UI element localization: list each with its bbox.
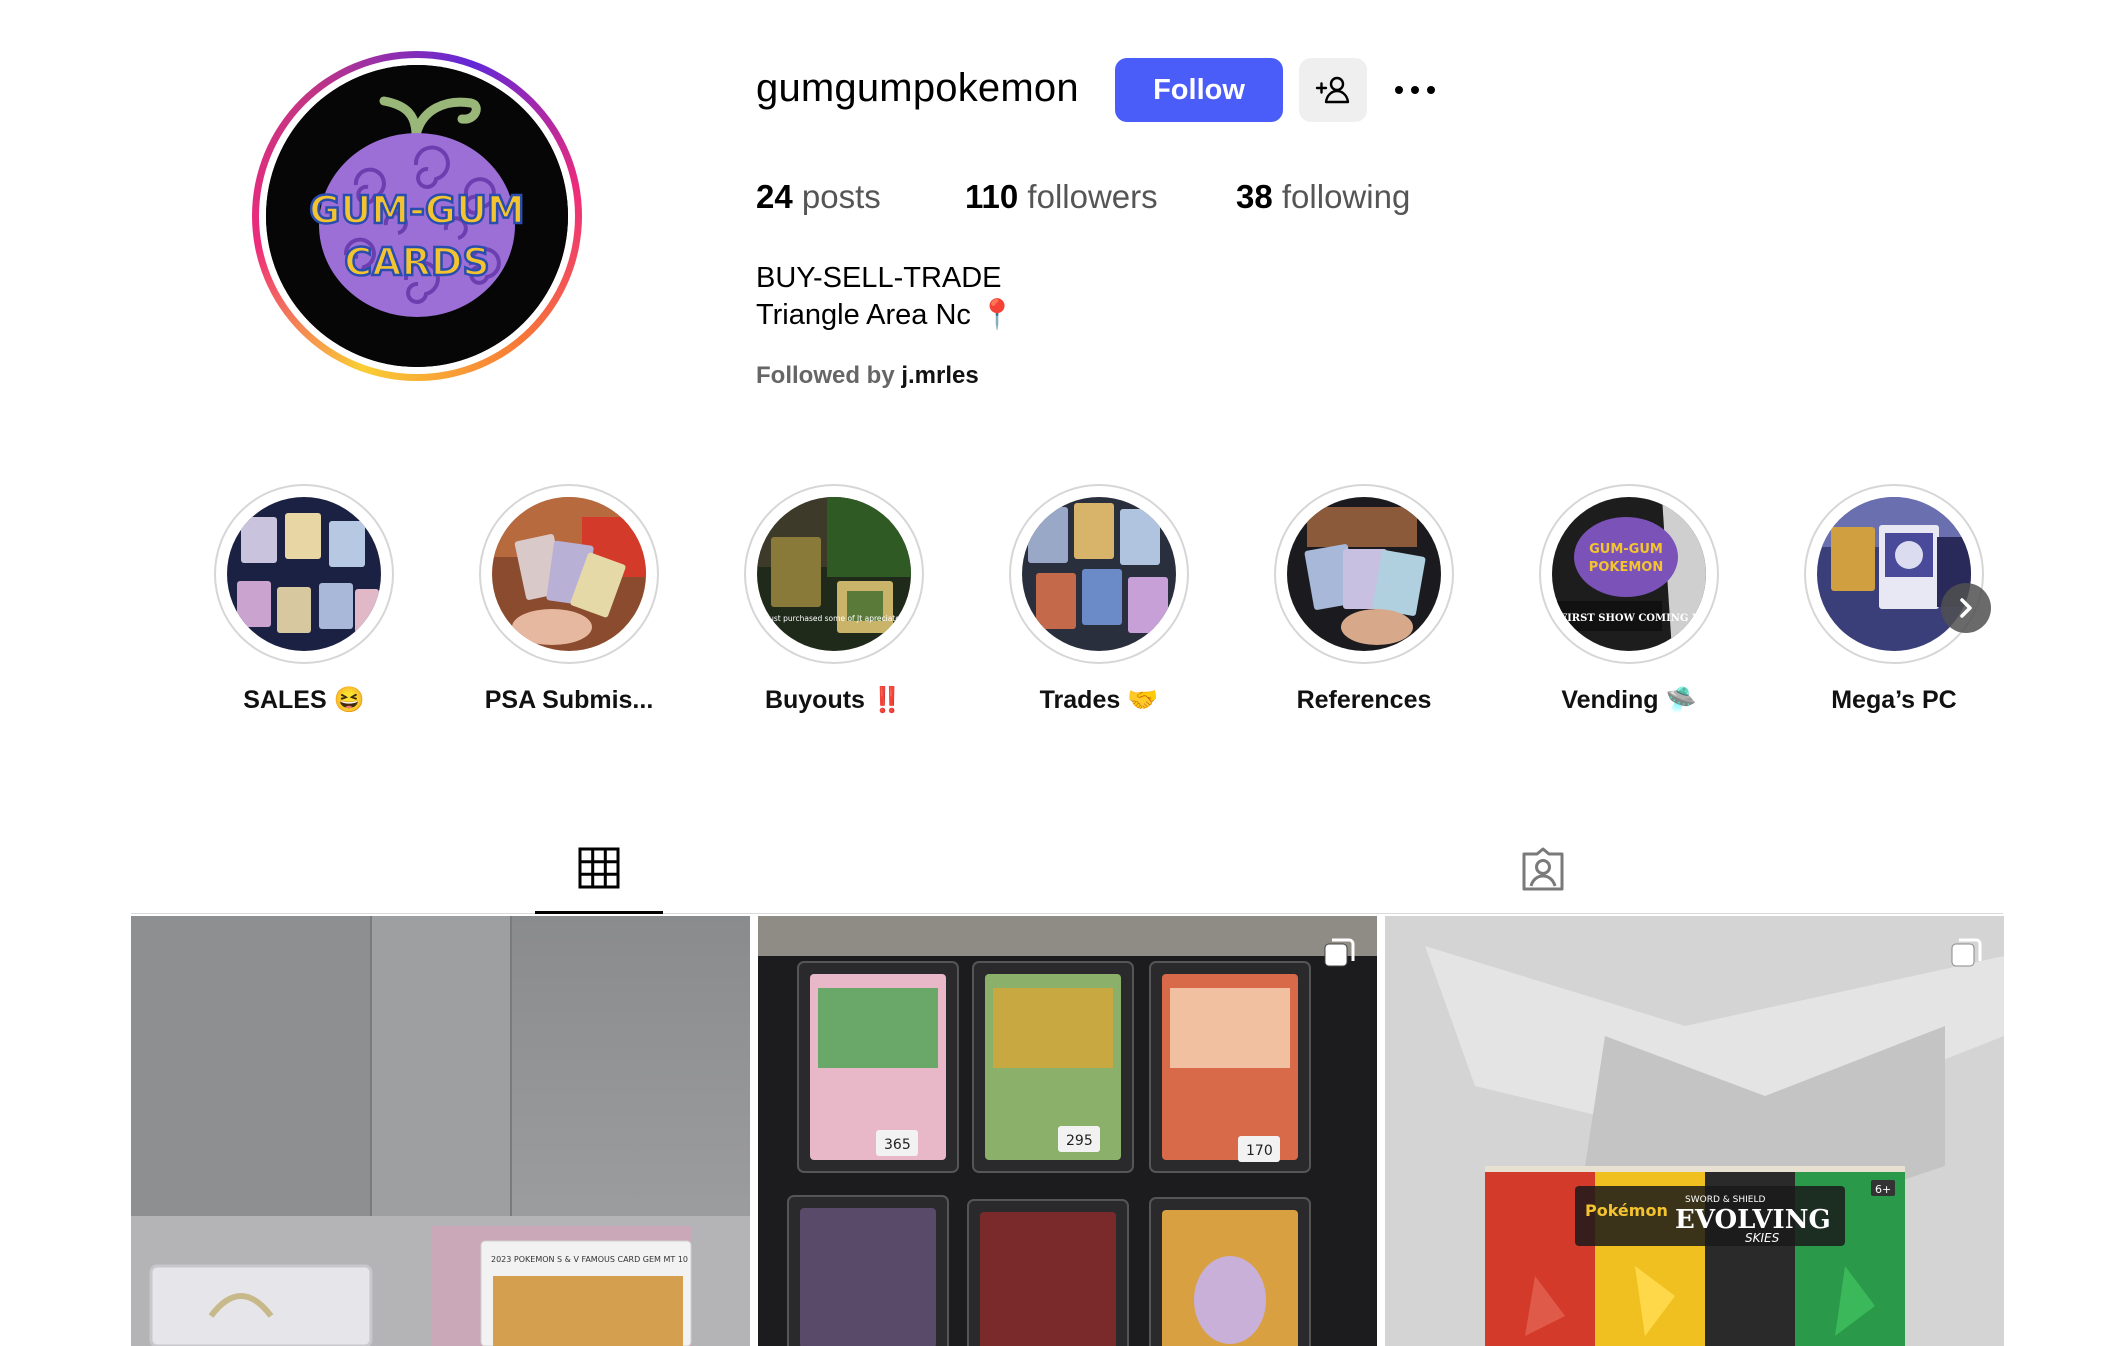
highlight-sales[interactable]: SALES 😆 (212, 484, 396, 715)
followed-by-text[interactable]: Followed by j.mrles (756, 362, 979, 390)
dot-icon (1395, 86, 1403, 94)
gum-gum-fruit-logo: GUM-GUM CARDS (266, 65, 568, 367)
highlight-ring: just purchased some of Jt apreciate @mus… (744, 484, 924, 664)
highlights-next-button[interactable] (1941, 583, 1991, 633)
highlight-cover (492, 497, 646, 651)
more-options-button[interactable] (1390, 68, 1440, 112)
highlight-label: Buyouts ‼️ (764, 686, 904, 714)
svg-text:CARDS: CARDS (344, 240, 489, 284)
dot-icon (1411, 86, 1419, 94)
psa-slab-label: 2023 POKEMON S & V FAMOUS CARD GEM MT 10 (491, 1255, 688, 1264)
highlight-label: Vending 🛸 (1561, 686, 1697, 714)
svg-text:GUM-GUM: GUM-GUM (309, 188, 525, 232)
highlight-cover (227, 497, 381, 651)
grid-icon (578, 847, 620, 889)
add-person-icon (1315, 76, 1350, 104)
price-sticker: 295 (1066, 1133, 1093, 1149)
highlight-label: Trades 🤝 (1039, 686, 1159, 714)
highlight-cover (1022, 497, 1176, 651)
highlight-trades[interactable]: Trades 🤝 (1007, 484, 1191, 715)
tab-posts-grid[interactable] (577, 846, 621, 890)
highlight-ring (479, 484, 659, 664)
following-count-link[interactable]: 38 following (1236, 178, 1410, 216)
avatar-ring-gap: GUM-GUM CARDS (259, 58, 575, 374)
bio-line: Triangle Area Nc 📍 (756, 299, 1016, 331)
highlight-ring (1804, 484, 1984, 664)
highlight-label: References (1296, 686, 1432, 714)
box-set-top: SWORD & SHIELD (1685, 1195, 1765, 1205)
price-sticker: 365 (884, 1137, 911, 1153)
svg-text:GUM-GUM: GUM-GUM (1589, 542, 1663, 557)
highlight-label: Mega’s PC (1831, 686, 1957, 714)
tagged-icon (1522, 847, 1564, 891)
avatar: GUM-GUM CARDS (266, 65, 568, 367)
chevron-right-icon (1960, 598, 1972, 618)
followers-count-link[interactable]: 110 followers (965, 178, 1158, 216)
tab-tagged[interactable] (1520, 846, 1566, 892)
highlight-cover: just purchased some of Jt apreciate @mus… (757, 497, 911, 651)
post-thumbnail[interactable]: 2023 POKEMON S & V FAMOUS CARD GEM MT 10 (131, 916, 750, 1346)
highlight-ring: GUM-GUM POKEMON FIRST SHOW COMING UP 😁😁 (1539, 484, 1719, 664)
post-thumbnail[interactable]: 365 295 170 (758, 916, 1377, 1346)
highlight-overlay-text: just purchased some of Jt apreciate @mus… (766, 614, 911, 623)
box-age-rating: 6+ (1875, 1183, 1891, 1196)
dot-icon (1427, 86, 1435, 94)
profile-avatar-story-ring[interactable]: GUM-GUM CARDS (252, 51, 582, 381)
follow-button[interactable]: Follow (1115, 58, 1283, 122)
highlight-references[interactable]: References (1272, 484, 1456, 715)
highlight-psa-submissions[interactable]: PSA Submis... (477, 484, 661, 715)
highlight-vending[interactable]: GUM-GUM POKEMON FIRST SHOW COMING UP 😁😁 … (1537, 484, 1721, 715)
highlight-cover: GUM-GUM POKEMON FIRST SHOW COMING UP 😁😁 (1552, 497, 1706, 651)
highlight-cover (1287, 497, 1441, 651)
box-set-sub: SKIES (1745, 1231, 1780, 1245)
highlight-label: SALES 😆 (243, 686, 365, 714)
profile-username: gumgumpokemon (756, 66, 1079, 110)
carousel-icon (1951, 938, 1982, 967)
highlight-ring (1009, 484, 1189, 664)
box-brand: Pokémon (1585, 1201, 1668, 1220)
highlight-cover (1817, 497, 1971, 651)
post-thumbnail[interactable]: Pokémon SWORD & SHIELD EVOLVING SKIES 6+ (1385, 916, 2004, 1346)
posts-count-stat: 24 posts (756, 178, 881, 215)
tabs-divider (131, 913, 2003, 914)
highlight-ring (214, 484, 394, 664)
price-sticker: 170 (1246, 1143, 1273, 1159)
carousel-icon (1324, 938, 1355, 967)
highlight-buyouts[interactable]: just purchased some of Jt apreciate @mus… (742, 484, 926, 715)
highlight-label: PSA Submis... (484, 686, 654, 714)
highlight-ring (1274, 484, 1454, 664)
bio-line: BUY-SELL-TRADE (756, 262, 1002, 294)
svg-text:POKEMON: POKEMON (1589, 560, 1663, 575)
highlight-overlay-text: FIRST SHOW COMING UP 😁😁 (1560, 612, 1706, 624)
similar-accounts-button[interactable] (1299, 58, 1367, 122)
tab-active-indicator (535, 911, 663, 914)
followed-by-username: j.mrles (901, 362, 979, 389)
